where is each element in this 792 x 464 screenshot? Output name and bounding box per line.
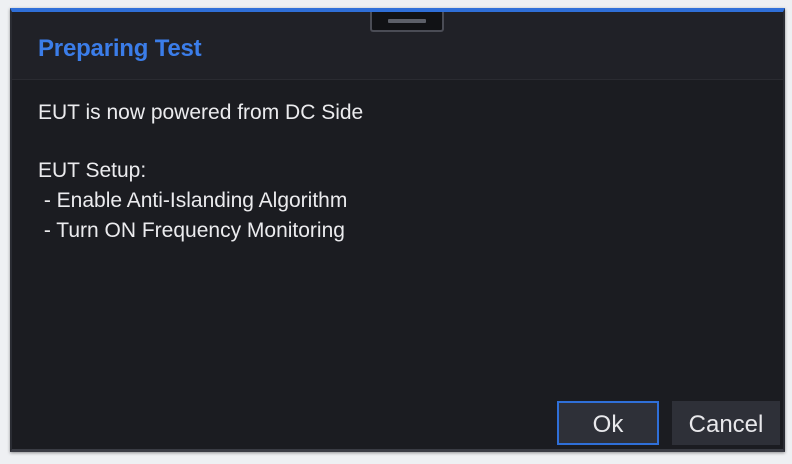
setup-item-anti-islanding: - Enable Anti-Islanding Algorithm bbox=[38, 189, 348, 212]
setup-heading: EUT Setup: bbox=[38, 159, 147, 182]
grip-icon bbox=[388, 19, 426, 23]
ok-button[interactable]: Ok bbox=[557, 401, 659, 445]
drag-handle[interactable] bbox=[370, 12, 444, 32]
screen: Preparing Test EUT is now powered from D… bbox=[0, 0, 792, 464]
message-line: EUT is now powered from DC Side bbox=[38, 101, 364, 124]
dialog-title: Preparing Test bbox=[38, 35, 202, 62]
preparing-test-dialog: Preparing Test EUT is now powered from D… bbox=[10, 8, 785, 452]
cancel-button[interactable]: Cancel bbox=[672, 401, 780, 445]
dialog-message: EUT is now powered from DC Side EUT Setu… bbox=[38, 98, 363, 246]
setup-item-frequency-monitoring: - Turn ON Frequency Monitoring bbox=[38, 219, 345, 242]
